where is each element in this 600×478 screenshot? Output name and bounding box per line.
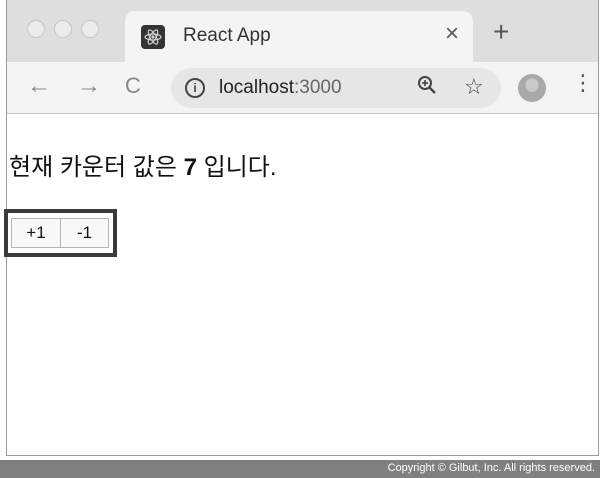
window-maximize-dot[interactable] <box>81 20 99 38</box>
counter-message: 현재 카운터 값은 7 입니다. <box>9 147 277 182</box>
new-tab-button[interactable]: + <box>493 18 509 46</box>
decrement-button[interactable]: -1 <box>60 218 109 248</box>
back-arrow-icon[interactable]: ← <box>27 74 51 98</box>
copyright-text: Copyright © Gilbut, Inc. All rights rese… <box>387 462 595 474</box>
browser-window: React App × + ← → C i localhost:3000 ☆ ⋮ <box>4 0 599 456</box>
tab-react-app[interactable]: React App × <box>125 11 473 62</box>
counter-prefix: 현재 카운터 값은 <box>9 154 184 181</box>
footer-bar: Copyright © Gilbut, Inc. All rights rese… <box>0 460 600 478</box>
info-icon[interactable]: i <box>185 78 205 98</box>
window-close-dot[interactable] <box>27 20 45 38</box>
address-bar[interactable]: i localhost:3000 ☆ <box>171 68 501 108</box>
tab-title: React App <box>183 25 271 46</box>
star-icon[interactable]: ☆ <box>464 74 484 100</box>
counter-suffix: 입니다. <box>196 154 277 181</box>
avatar-icon[interactable] <box>518 74 546 102</box>
browser-toolbar: ← → C i localhost:3000 ☆ ⋮ <box>7 62 598 114</box>
counter-value: 7 <box>183 154 197 181</box>
tab-close-icon[interactable]: × <box>445 22 459 46</box>
reload-icon[interactable]: C <box>125 75 141 97</box>
tab-strip: React App × + <box>7 0 598 62</box>
react-logo-icon <box>141 25 165 49</box>
url-port: :3000 <box>294 77 342 98</box>
url-host: localhost <box>219 77 294 98</box>
window-minimize-dot[interactable] <box>54 20 72 38</box>
zoom-in-icon[interactable] <box>417 75 437 101</box>
increment-button[interactable]: +1 <box>11 218 61 248</box>
forward-arrow-icon[interactable]: → <box>77 74 101 98</box>
menu-kebab-icon[interactable]: ⋮ <box>572 72 594 94</box>
url-text[interactable]: localhost:3000 <box>219 77 342 99</box>
